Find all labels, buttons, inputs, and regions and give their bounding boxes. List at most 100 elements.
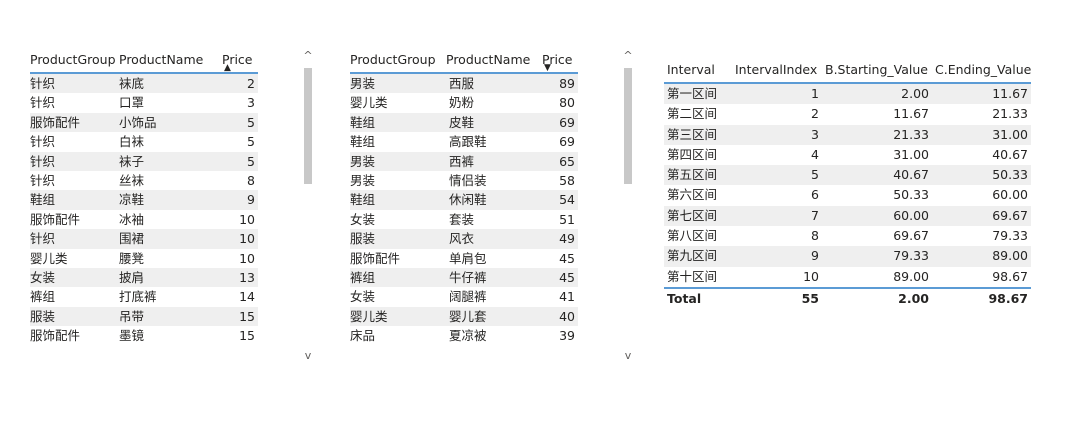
- table-cell: 裤组: [350, 268, 446, 288]
- table-cell: 婴儿类: [30, 250, 68, 266]
- col-header-price[interactable]: Price ▼: [542, 45, 578, 74]
- table-cell: 15: [222, 306, 258, 327]
- table-cell: 丝袜: [119, 173, 145, 189]
- table-row[interactable]: 第一区间 1 2.00 11.67: [664, 83, 1031, 105]
- table-row[interactable]: 针织 白袜 5: [30, 132, 258, 151]
- table-row[interactable]: 第五区间 5 40.67 50.33: [664, 165, 1031, 186]
- table-row[interactable]: 针织 围裙 10: [30, 229, 258, 249]
- table-cell: 9: [222, 190, 258, 210]
- table2-scrollbar[interactable]: ^ v: [622, 50, 634, 370]
- table-row[interactable]: 男装 情侣装 58: [350, 171, 578, 190]
- table-cell: 5: [732, 165, 822, 186]
- table-cell: 15: [239, 328, 255, 344]
- col-header-starting-value[interactable]: B.Starting_Value: [822, 55, 932, 84]
- table-cell: 45: [542, 268, 578, 288]
- total-label: Total: [664, 286, 732, 309]
- table-cell: 高跟鞋: [449, 134, 487, 150]
- table-row[interactable]: 第九区间 9 79.33 89.00: [664, 246, 1031, 267]
- table-row[interactable]: 裤组 牛仔裤 45: [350, 268, 578, 288]
- col-header-interval[interactable]: Interval: [664, 55, 732, 84]
- table-cell: 80: [559, 95, 575, 111]
- table-cell: 50.33: [893, 187, 929, 203]
- table-cell: 风衣: [446, 229, 542, 249]
- table1-scrollbar[interactable]: ^ v: [302, 50, 314, 370]
- table-cell: 服饰配件: [30, 328, 81, 344]
- table-cell: 4: [811, 146, 819, 162]
- table-cell: 服饰配件: [30, 211, 81, 227]
- table-row[interactable]: 鞋组 休闲鞋 54: [350, 190, 578, 210]
- col-header-ending-value[interactable]: C.Ending_Value: [932, 55, 1031, 84]
- table-row[interactable]: 鞋组 皮鞋 69: [350, 112, 578, 133]
- table-row[interactable]: 男装 西服 89: [350, 73, 578, 94]
- col-header-productgroup[interactable]: ProductGroup: [30, 45, 116, 74]
- col-header-productname[interactable]: ProductName: [446, 45, 542, 74]
- table-row[interactable]: 服饰配件 墨镜 15: [30, 326, 258, 345]
- table-cell: 皮鞋: [446, 112, 542, 133]
- table-cell: 袜子: [116, 151, 222, 172]
- table-cell: 5: [222, 112, 258, 133]
- table-row[interactable]: 婴儿类 婴儿套 40: [350, 306, 578, 327]
- table-row[interactable]: 女装 披肩 13: [30, 268, 258, 288]
- table-row[interactable]: 女装 阔腿裤 41: [350, 287, 578, 306]
- table-row[interactable]: 服装 吊带 15: [30, 306, 258, 327]
- table-cell: 凉鞋: [116, 190, 222, 210]
- table-cell: 婴儿套: [446, 306, 542, 327]
- table-row[interactable]: 第六区间 6 50.33 60.00: [664, 185, 1031, 205]
- table-cell: 60.00: [822, 205, 932, 227]
- table-row[interactable]: 第七区间 7 60.00 69.67: [664, 205, 1031, 227]
- table-row[interactable]: 鞋组 凉鞋 9: [30, 190, 258, 210]
- table-row[interactable]: 针织 丝袜 8: [30, 171, 258, 190]
- table-row[interactable]: 第十区间 10 89.00 98.67: [664, 267, 1031, 288]
- table-cell: 西服: [446, 73, 542, 94]
- table-cell: 10: [239, 250, 255, 266]
- table-row[interactable]: 裤组 打底裤 14: [30, 287, 258, 306]
- table-row[interactable]: 第二区间 2 11.67 21.33: [664, 104, 1031, 124]
- table-row[interactable]: 针织 袜底 2: [30, 73, 258, 94]
- col-header-intervalindex[interactable]: IntervalIndex: [732, 55, 822, 84]
- table-cell: 单肩包: [449, 250, 487, 266]
- table-cell: 89: [542, 73, 578, 94]
- table-cell: 98.67: [992, 268, 1028, 284]
- table-cell: 套装: [449, 211, 475, 227]
- table-row[interactable]: 第三区间 3 21.33 31.00: [664, 124, 1031, 145]
- table-row[interactable]: 服饰配件 小饰品 5: [30, 112, 258, 133]
- table-row[interactable]: 服饰配件 单肩包 45: [350, 249, 578, 268]
- table-cell: 墨镜: [119, 328, 145, 344]
- table-cell: 10: [803, 268, 819, 284]
- table-cell: 14: [239, 289, 255, 305]
- price-table-ascending: ProductGroup ProductName Price ▲ 针织 袜底 2 针织…: [30, 45, 310, 390]
- scroll-down-icon[interactable]: v: [622, 350, 634, 362]
- col-header-productname[interactable]: ProductName: [116, 45, 222, 74]
- scroll-thumb[interactable]: [624, 68, 632, 184]
- table-row[interactable]: 服饰配件 冰袖 10: [30, 210, 258, 229]
- table-row[interactable]: 鞋组 高跟鞋 69: [350, 132, 578, 151]
- scroll-clip: [30, 383, 310, 390]
- scroll-up-icon[interactable]: ^: [622, 50, 634, 62]
- table-cell: 第七区间: [664, 205, 732, 227]
- table-row[interactable]: 婴儿类 奶粉 80: [350, 93, 578, 112]
- scroll-up-icon[interactable]: ^: [302, 50, 314, 62]
- table-row[interactable]: 女装 套装 51: [350, 210, 578, 229]
- table-row[interactable]: 床品 夏凉被 39: [350, 326, 578, 345]
- table-cell: 7: [732, 205, 822, 227]
- table-cell: 婴儿类: [350, 95, 388, 111]
- table-row[interactable]: 针织 袜子 5: [30, 151, 258, 172]
- col-header-productgroup[interactable]: ProductGroup: [350, 45, 446, 74]
- table-cell: 口罩: [119, 95, 145, 111]
- table-row[interactable]: 婴儿类 腰凳 10: [30, 249, 258, 268]
- table-cell: 女装: [350, 211, 376, 227]
- scroll-down-icon[interactable]: v: [302, 350, 314, 362]
- scroll-thumb[interactable]: [304, 68, 312, 184]
- table-row[interactable]: 第八区间 8 69.67 79.33: [664, 226, 1031, 246]
- table-row[interactable]: 第四区间 4 31.00 40.67: [664, 145, 1031, 165]
- table-row[interactable]: 针织 口罩 3: [30, 93, 258, 112]
- scroll-clip: [350, 383, 580, 390]
- table-cell: 小饰品: [116, 112, 222, 133]
- sort-descending-icon[interactable]: ▼: [544, 64, 551, 73]
- sort-ascending-icon[interactable]: ▲: [224, 64, 231, 73]
- table-cell: 围裙: [116, 229, 222, 249]
- col-header-price[interactable]: Price ▲: [222, 45, 258, 74]
- table-row[interactable]: 服装 风衣 49: [350, 229, 578, 249]
- table-row[interactable]: 男装 西裤 65: [350, 151, 578, 172]
- table-cell: 情侣装: [449, 173, 487, 189]
